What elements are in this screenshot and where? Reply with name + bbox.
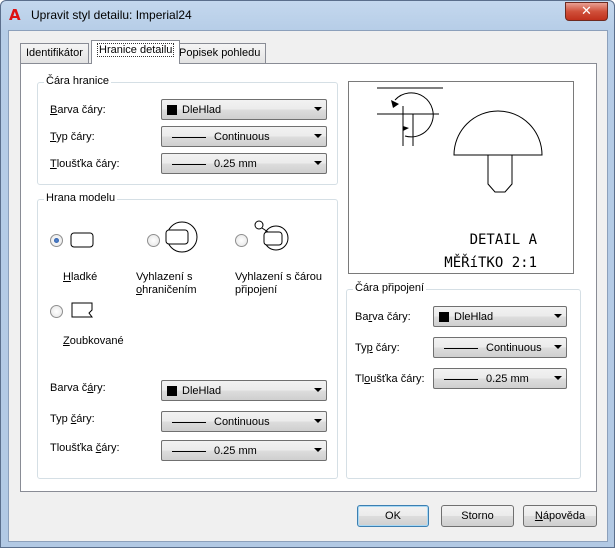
lineweight-preview: [172, 164, 206, 165]
linetype-preview: [172, 137, 206, 138]
option-smooth-border-label: Vyhlazení s ohraničením: [136, 271, 197, 296]
select-value: Continuous: [214, 416, 270, 428]
jagged-edge-icon: [71, 302, 93, 318]
chevron-down-icon: [554, 314, 562, 318]
group-model-edge: Hrana modelu Hladké Vyhlazení s ohraničen…: [37, 192, 338, 479]
smooth-with-connection-icon: [254, 220, 289, 251]
connection-type-select[interactable]: Continuous: [433, 337, 567, 358]
select-value: Continuous: [486, 342, 542, 354]
radio-smooth[interactable]: [50, 234, 63, 247]
dialog-client: Identifikátor Hranice detailu Popisek po…: [8, 30, 608, 542]
close-icon: ✕: [581, 4, 592, 19]
preview-detail-text: DETAIL A: [470, 232, 538, 248]
connection-color-select[interactable]: DleHlad: [433, 306, 567, 327]
select-value: Continuous: [214, 131, 270, 143]
title-bar: A Upravit styl detailu: Imperial24 ✕: [1, 1, 614, 29]
group-title: Čára hranice: [44, 75, 111, 87]
boundary-color-select[interactable]: DleHlad: [161, 99, 327, 120]
button-label: Storno: [461, 510, 494, 522]
preview-scale-text: MĚŘíTKO 2:1: [444, 254, 537, 271]
linetype-preview: [444, 348, 478, 349]
tab-identifikator[interactable]: Identifikátor: [20, 43, 89, 63]
radio-jagged[interactable]: [50, 305, 63, 318]
group-title: Čára připojení: [353, 282, 427, 294]
tab-panel: Čára hranice Barva čáry: DleHlad Typ čár…: [20, 63, 597, 492]
color-swatch: [167, 386, 177, 396]
window-title: Upravit styl detailu: Imperial24: [31, 8, 192, 22]
cancel-button[interactable]: Storno: [441, 505, 514, 527]
model-weight-label: Tloušťka čáry:: [50, 442, 120, 454]
group-connection-line: Čára připojení Barva čáry: DleHlad Typ č…: [346, 282, 581, 479]
select-value: 0.25 mm: [214, 158, 257, 170]
model-weight-select[interactable]: 0.25 mm: [161, 440, 327, 461]
connection-type-label: Typ čáry:: [355, 342, 400, 354]
radio-smooth-border[interactable]: [147, 234, 160, 247]
tab-label: Hranice detailu: [97, 43, 175, 57]
boundary-color-label: Barva čáry:: [50, 104, 106, 116]
chevron-down-icon: [554, 345, 562, 349]
autocad-app-icon: A: [9, 6, 21, 24]
model-type-label: Typ čáry:: [50, 413, 95, 425]
linetype-preview: [172, 422, 206, 423]
connection-color-label: Barva čáry:: [355, 311, 411, 323]
chevron-down-icon: [314, 448, 322, 452]
chevron-down-icon: [314, 161, 322, 165]
connection-weight-label: Tloušťka čáry:: [355, 373, 425, 385]
button-label: OK: [385, 510, 401, 522]
tab-hranice-detailu[interactable]: Hranice detailu: [91, 40, 181, 64]
connection-weight-select[interactable]: 0.25 mm: [433, 368, 567, 389]
boundary-type-label: Typ čáry:: [50, 131, 95, 143]
close-button[interactable]: ✕: [565, 2, 608, 21]
group-title: Hrana modelu: [44, 192, 118, 204]
model-color-select[interactable]: DleHlad: [161, 380, 327, 401]
tab-label: Identifikátor: [26, 47, 83, 59]
model-color-label: Barva čáry:: [50, 382, 106, 394]
chevron-down-icon: [314, 419, 322, 423]
chevron-down-icon: [554, 376, 562, 380]
select-value: DleHlad: [182, 385, 222, 397]
chevron-down-icon: [314, 134, 322, 138]
boundary-weight-select[interactable]: 0.25 mm: [161, 153, 327, 174]
dialog-window: A Upravit styl detailu: Imperial24 ✕ Ide…: [0, 0, 615, 548]
color-swatch: [167, 105, 177, 115]
lineweight-preview: [172, 451, 206, 452]
select-value: 0.25 mm: [214, 445, 257, 457]
smooth-edge-icon: [70, 232, 94, 248]
option-jagged-label: Zoubkované: [63, 335, 124, 347]
select-value: DleHlad: [182, 104, 222, 116]
detail-preview-drawing: DETAIL A MĚŘíTKO 2:1: [377, 87, 543, 271]
ok-button[interactable]: OK: [357, 505, 429, 527]
option-smooth-label: Hladké: [63, 271, 98, 283]
lineweight-preview: [444, 379, 478, 380]
model-type-select[interactable]: Continuous: [161, 411, 327, 432]
select-value: DleHlad: [454, 311, 494, 323]
chevron-down-icon: [314, 388, 322, 392]
boundary-type-select[interactable]: Continuous: [161, 126, 327, 147]
group-boundary-line: Čára hranice Barva čáry: DleHlad Typ čár…: [37, 75, 338, 185]
detail-preview: DETAIL A MĚŘíTKO 2:1: [348, 81, 574, 274]
boundary-weight-label: Tloušťka čáry:: [50, 158, 120, 170]
help-button[interactable]: Nápověda: [523, 505, 597, 527]
color-swatch: [439, 312, 449, 322]
option-smooth-connection-label: Vyhlazení s čárou připojení: [235, 271, 323, 296]
button-label: Nápověda: [534, 510, 586, 522]
select-value: 0.25 mm: [486, 373, 529, 385]
radio-smooth-connection[interactable]: [235, 234, 248, 247]
chevron-down-icon: [314, 107, 322, 111]
tab-popisek-pohledu[interactable]: Popisek pohledu: [173, 43, 267, 63]
smooth-with-border-icon: [165, 221, 198, 253]
tab-label: Popisek pohledu: [179, 47, 261, 59]
